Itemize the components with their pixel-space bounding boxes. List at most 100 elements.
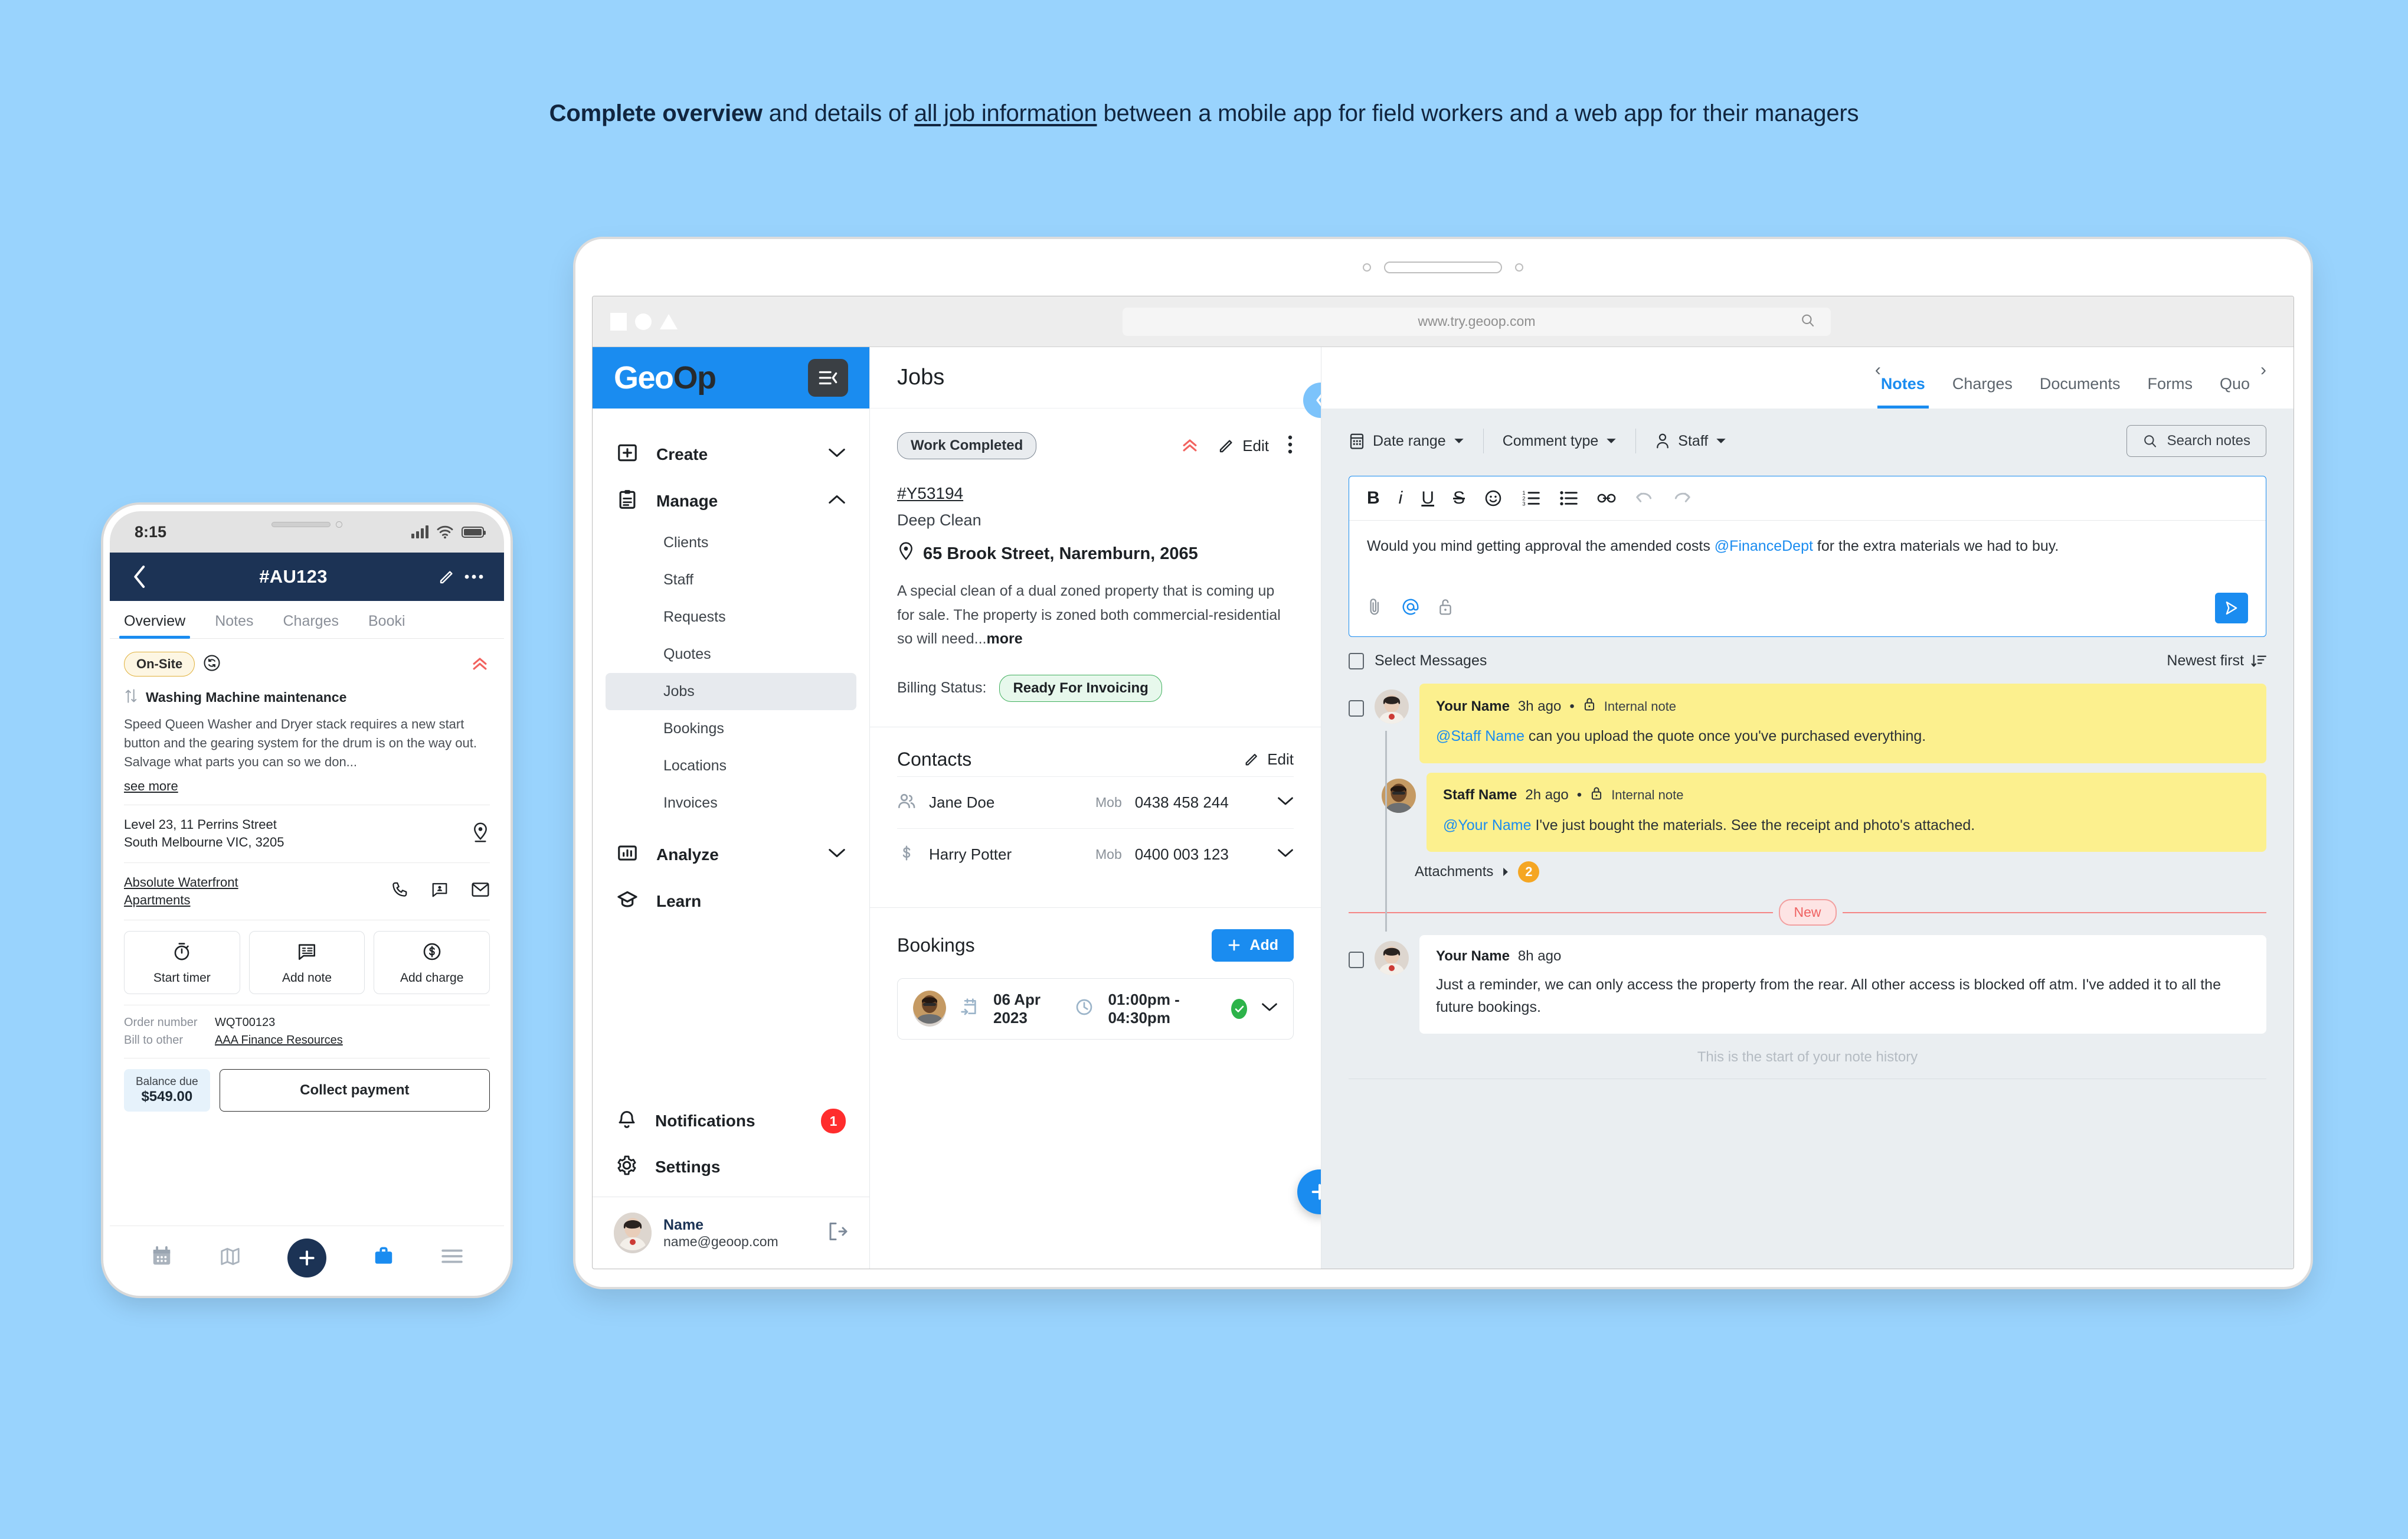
sidebar-group-analyze[interactable]: Analyze xyxy=(593,831,869,878)
collect-payment-button[interactable]: Collect payment xyxy=(219,1069,490,1112)
date-range-filter[interactable]: Date range xyxy=(1349,432,1464,450)
note-bubble: Your Name 8h ago Just a reminder, we can… xyxy=(1419,935,2266,1034)
comment-type-filter[interactable]: Comment type xyxy=(1503,433,1617,450)
list-item[interactable]: Your Name 8h ago Just a reminder, we can… xyxy=(1349,935,2266,1034)
menu-icon[interactable] xyxy=(441,1247,463,1268)
email-icon[interactable] xyxy=(471,881,490,901)
italic-icon[interactable]: i xyxy=(1399,488,1403,508)
chevron-right-icon[interactable]: › xyxy=(2260,360,2266,396)
note-checkbox[interactable] xyxy=(1349,952,1364,968)
sync-icon[interactable] xyxy=(203,654,221,675)
back-chevron-icon[interactable] xyxy=(126,565,153,589)
tab-documents[interactable]: Documents xyxy=(2040,375,2121,409)
sidebar-item-staff[interactable]: Staff xyxy=(606,561,856,599)
sign-out-icon[interactable] xyxy=(827,1221,848,1244)
thread-connector xyxy=(1385,731,1387,932)
sidebar-item-invoices[interactable]: Invoices xyxy=(606,785,856,822)
chevron-down-icon[interactable] xyxy=(1277,796,1294,809)
phone-bottom-nav[interactable] xyxy=(110,1226,504,1289)
search-icon[interactable] xyxy=(1800,312,1815,331)
add-note-button[interactable]: Add note xyxy=(248,930,365,994)
window-circle-icon[interactable] xyxy=(635,313,652,330)
redo-icon[interactable] xyxy=(1673,491,1692,506)
chevron-down-icon[interactable] xyxy=(1277,848,1294,861)
phone-tab-bar[interactable]: Overview Notes Charges Booki xyxy=(110,601,504,639)
message-contact-icon[interactable] xyxy=(431,881,449,901)
sidebar-item-bookings[interactable]: Bookings xyxy=(606,710,856,747)
tab-forms[interactable]: Forms xyxy=(2147,375,2193,409)
add-booking-button[interactable]: Add xyxy=(1212,929,1294,962)
phone-tab-bookings[interactable]: Booki xyxy=(368,601,405,638)
browser-chrome-bar: www.try.geoop.com xyxy=(593,296,2294,347)
edit-job-button[interactable]: Edit xyxy=(1218,437,1269,455)
window-square-icon[interactable] xyxy=(610,312,627,331)
sort-control[interactable]: Newest first xyxy=(2167,652,2266,669)
briefcase-icon[interactable] xyxy=(372,1245,395,1270)
sidebar-item-clients[interactable]: Clients xyxy=(606,524,856,561)
sidebar-user-row[interactable]: Name name@geoop.com xyxy=(593,1197,869,1269)
window-triangle-icon[interactable] xyxy=(660,313,678,329)
staff-filter[interactable]: Staff xyxy=(1655,432,1726,450)
list-item[interactable]: Your Name 3h ago • Internal note @Staff … xyxy=(1349,684,2266,763)
table-row[interactable]: Harry Potter Mob 0400 003 123 xyxy=(897,828,1294,880)
underline-icon[interactable]: U xyxy=(1421,488,1434,508)
start-timer-button[interactable]: Start timer xyxy=(124,930,240,994)
phone-icon[interactable] xyxy=(391,881,408,901)
filter-label: Comment type xyxy=(1502,432,1599,449)
ordered-list-icon[interactable]: 123 xyxy=(1522,489,1540,507)
add-charge-button[interactable]: Add charge xyxy=(374,930,490,994)
bullet-list-icon[interactable] xyxy=(1559,489,1578,507)
add-fab-icon[interactable] xyxy=(287,1238,326,1277)
lock-open-icon[interactable] xyxy=(1438,597,1453,619)
emoji-icon[interactable] xyxy=(1484,489,1503,508)
field-value-link[interactable]: AAA Finance Resources xyxy=(215,1034,343,1047)
see-more-link[interactable]: see more xyxy=(124,779,178,794)
send-icon[interactable] xyxy=(2215,593,2248,623)
sidebar-item-quotes[interactable]: Quotes xyxy=(606,636,856,673)
list-item[interactable]: Staff Name 2h ago • Internal note @Your … xyxy=(1382,772,2266,852)
sidebar-item-notifications[interactable]: Notifications 1 xyxy=(593,1098,869,1144)
sidebar-collapse-icon[interactable] xyxy=(808,359,848,397)
link-icon[interactable] xyxy=(1597,491,1616,505)
calendar-icon[interactable] xyxy=(150,1245,173,1270)
chevron-left-icon[interactable]: ‹ xyxy=(1875,360,1881,396)
attachment-icon[interactable] xyxy=(1367,597,1383,619)
sidebar-item-jobs[interactable]: Jobs xyxy=(606,673,856,710)
phone-tab-overview[interactable]: Overview xyxy=(119,601,191,639)
composer-text[interactable]: Would you mind getting approval the amen… xyxy=(1349,521,2266,584)
geoop-logo[interactable]: GeoOp xyxy=(614,362,716,394)
url-bar[interactable]: www.try.geoop.com xyxy=(1123,307,1831,336)
sidebar-item-locations[interactable]: Locations xyxy=(606,747,856,785)
table-row[interactable]: Jane Doe Mob 0438 458 244 xyxy=(897,776,1294,828)
more-vertical-icon[interactable] xyxy=(1287,434,1294,458)
tab-quotes[interactable]: Quo xyxy=(2220,375,2250,409)
pencil-icon[interactable] xyxy=(433,568,460,586)
client-name-link[interactable]: Absolute Waterfront Apartments xyxy=(124,874,295,909)
undo-icon[interactable] xyxy=(1635,491,1654,506)
more-horizontal-icon[interactable] xyxy=(460,573,488,580)
sidebar-group-learn[interactable]: Learn xyxy=(593,878,869,924)
search-input[interactable]: Search notes xyxy=(2126,425,2266,457)
map-pin-icon[interactable] xyxy=(471,822,490,846)
phone-tab-notes[interactable]: Notes xyxy=(215,601,253,638)
job-number-link[interactable]: #Y53194 xyxy=(897,484,963,503)
more-link[interactable]: more xyxy=(986,630,1022,647)
note-composer[interactable]: B i U S 123 Would you mind getting appro… xyxy=(1349,476,2266,637)
sidebar-item-requests[interactable]: Requests xyxy=(606,599,856,636)
bold-icon[interactable]: B xyxy=(1367,488,1380,508)
tab-notes[interactable]: Notes xyxy=(1877,375,1929,409)
edit-contacts-button[interactable]: Edit xyxy=(1244,750,1294,769)
tab-charges[interactable]: Charges xyxy=(1952,375,2013,409)
map-icon[interactable] xyxy=(219,1245,241,1270)
strikethrough-icon[interactable]: S xyxy=(1453,488,1465,508)
phone-tab-charges[interactable]: Charges xyxy=(283,601,339,638)
select-all-checkbox[interactable] xyxy=(1349,652,1364,669)
chevron-down-icon[interactable] xyxy=(1261,1002,1278,1015)
mention-icon[interactable] xyxy=(1401,597,1420,619)
sidebar-item-settings[interactable]: Settings xyxy=(593,1144,869,1190)
note-checkbox[interactable] xyxy=(1349,700,1364,717)
sidebar-group-manage[interactable]: Manage xyxy=(593,478,869,524)
attachments-row[interactable]: Attachments 2 xyxy=(1349,852,2266,883)
sidebar-group-create[interactable]: Create xyxy=(593,431,869,478)
booking-row[interactable]: 06 Apr 2023 01:00pm - 04:30pm xyxy=(897,978,1294,1040)
